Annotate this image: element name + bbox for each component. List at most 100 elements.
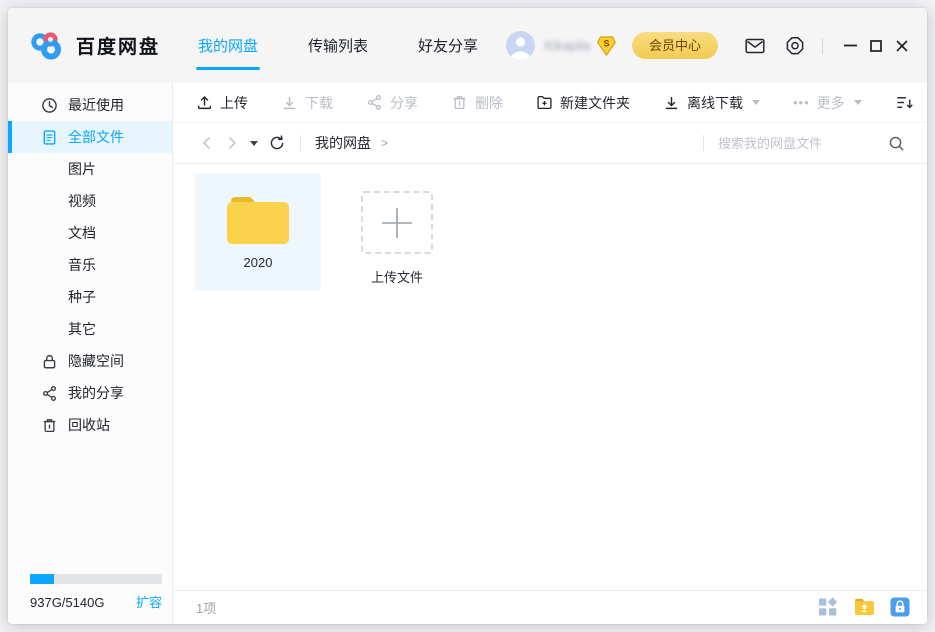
search-icon[interactable] (888, 135, 905, 152)
clock-icon (41, 97, 58, 114)
sidebar-item-label: 种子 (68, 287, 96, 307)
share-icon (41, 385, 58, 402)
sidebar-list: 最近使用 全部文件 图片 视频 文档 音乐 种子 (8, 83, 172, 441)
breadcrumb[interactable]: 我的网盘 (315, 133, 371, 153)
sidebar-item-label: 文档 (68, 223, 96, 243)
new-folder-icon (536, 94, 553, 111)
toolbar-button-label: 上传 (220, 93, 248, 113)
breadcrumb-arrow-icon: > (381, 136, 388, 150)
sidebar-item-pictures[interactable]: 图片 (8, 153, 172, 185)
item-count: 1项 (196, 598, 216, 617)
sidebar-item-hidden-space[interactable]: 隐藏空间 (8, 345, 172, 377)
tab-transfer-list[interactable]: 传输列表 (306, 35, 370, 56)
more-dots-icon: ••• (793, 95, 810, 110)
sidebar-item-others[interactable]: 其它 (8, 313, 172, 345)
sidebar-item-label: 最近使用 (68, 95, 124, 115)
share-icon (366, 94, 383, 111)
sidebar-item-videos[interactable]: 视频 (8, 185, 172, 217)
forward-button[interactable] (222, 133, 242, 153)
sidebar-item-label: 隐藏空间 (68, 351, 124, 371)
minimize-button[interactable] (837, 33, 863, 59)
view-controls (895, 94, 927, 111)
avatar[interactable] (506, 31, 535, 60)
statusbar-icons (818, 597, 911, 618)
refresh-icon[interactable] (268, 134, 286, 152)
sidebar-item-recycle-bin[interactable]: 回收站 (8, 409, 172, 441)
offline-download-button[interactable]: 离线下载 (663, 93, 760, 113)
trash-icon (41, 417, 58, 434)
search-area (689, 135, 927, 152)
chevron-down-icon (752, 100, 760, 105)
sidebar-item-all-files[interactable]: 全部文件 (8, 121, 172, 153)
new-folder-button[interactable]: 新建文件夹 (536, 93, 630, 113)
hidden-space-lock-icon[interactable] (890, 597, 911, 618)
tab-my-drive[interactable]: 我的网盘 (196, 35, 260, 56)
svip-badge-icon[interactable]: S (597, 36, 616, 56)
search-input[interactable] (718, 136, 878, 151)
user-area: Kikapila S 会员中心 (506, 8, 915, 83)
app-title: 百度网盘 (76, 32, 160, 59)
sidebar-item-label: 音乐 (68, 255, 96, 275)
sidebar-item-my-shares[interactable]: 我的分享 (8, 377, 172, 409)
sidebar-item-recent[interactable]: 最近使用 (8, 89, 172, 121)
toolbar: 上传 下载 分享 删除 (174, 83, 927, 123)
lock-icon (41, 353, 58, 370)
upload-folder-icon[interactable] (854, 597, 875, 618)
folder-name: 2020 (244, 255, 273, 270)
apps-grid-icon[interactable] (818, 597, 839, 618)
sidebar: 最近使用 全部文件 图片 视频 文档 音乐 种子 (8, 83, 173, 624)
storage-progress-fill (30, 574, 54, 584)
chevron-down-icon (854, 100, 862, 105)
status-bar: 1项 (174, 590, 927, 624)
storage-panel: 937G/5140G 扩容 (30, 574, 162, 611)
upload-button[interactable]: 上传 (196, 93, 248, 113)
storage-progress-bar (30, 574, 162, 584)
toolbar-button-label: 更多 (817, 93, 845, 113)
toolbar-button-label: 离线下载 (687, 93, 743, 113)
title-bar: 百度网盘 我的网盘 传输列表 好友分享 Kikapila S 会员中心 (8, 8, 927, 83)
sidebar-item-label: 回收站 (68, 415, 110, 435)
username[interactable]: Kikapila (544, 38, 590, 53)
sidebar-item-documents[interactable]: 文档 (8, 217, 172, 249)
pathbar-divider (300, 135, 301, 151)
sidebar-item-torrents[interactable]: 种子 (8, 281, 172, 313)
download-button[interactable]: 下载 (281, 93, 333, 113)
toolbar-button-label: 新建文件夹 (560, 93, 630, 113)
delete-button[interactable]: 删除 (451, 93, 503, 113)
upload-file-tile[interactable]: 上传文件 (334, 173, 460, 291)
upload-icon (196, 94, 213, 111)
toolbar-button-label: 下载 (305, 93, 333, 113)
sidebar-item-label: 我的分享 (68, 383, 124, 403)
main-tabs: 我的网盘 传输列表 好友分享 (196, 8, 480, 83)
offline-download-icon (663, 94, 680, 111)
plus-icon (361, 191, 433, 254)
maximize-button[interactable] (863, 33, 889, 59)
pathbar: 我的网盘 > (174, 123, 927, 164)
header-divider (822, 38, 823, 54)
folder-icon (225, 194, 291, 246)
sidebar-item-label: 图片 (68, 159, 96, 179)
more-button[interactable]: ••• 更多 (793, 93, 862, 113)
share-button[interactable]: 分享 (366, 93, 418, 113)
delete-icon (451, 94, 468, 111)
close-button[interactable] (889, 33, 915, 59)
sort-icon[interactable] (895, 94, 914, 111)
history-dropdown-icon[interactable] (250, 141, 258, 146)
mail-icon[interactable] (744, 35, 766, 57)
back-button[interactable] (196, 133, 216, 153)
download-icon (281, 94, 298, 111)
sidebar-item-music[interactable]: 音乐 (8, 249, 172, 281)
settings-gear-icon[interactable] (784, 35, 806, 57)
storage-usage-label: 937G/5140G (30, 595, 104, 610)
main-panel: 上传 下载 分享 删除 (174, 83, 927, 624)
member-center-button[interactable]: 会员中心 (632, 32, 718, 59)
expand-storage-link[interactable]: 扩容 (136, 592, 162, 611)
upload-tile-label: 上传文件 (371, 267, 423, 286)
search-divider (703, 135, 704, 151)
folder-tile-2020[interactable]: 2020 (195, 173, 321, 291)
file-grid: 2020 上传文件 (174, 164, 927, 590)
tab-friend-share[interactable]: 好友分享 (416, 35, 480, 56)
file-list-icon (41, 129, 58, 146)
app-window: 百度网盘 我的网盘 传输列表 好友分享 Kikapila S 会员中心 (8, 8, 927, 624)
sidebar-item-label: 视频 (68, 191, 96, 211)
